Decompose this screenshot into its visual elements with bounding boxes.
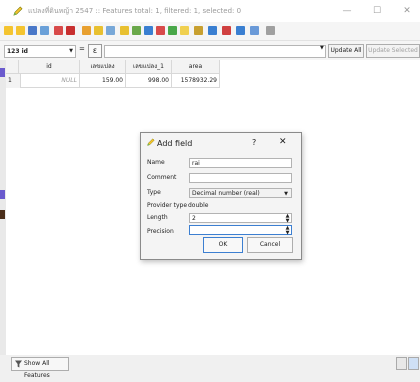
cancel-button[interactable]: Cancel	[247, 237, 293, 253]
footer-bar: Show All Features	[0, 355, 420, 379]
chevron-down-icon: ▼	[69, 48, 73, 54]
layer-marker	[0, 68, 5, 77]
filter-icon	[15, 360, 22, 368]
spinner-arrows-icon[interactable]: ▲ ▼	[285, 214, 290, 224]
column-header[interactable]: เลขแปลง_1	[126, 60, 172, 74]
delete-feature-icon[interactable]	[66, 26, 75, 35]
attribute-table-window: แปลงที่ดินหญ้า 2547 :: Features total: 1…	[0, 0, 420, 379]
show-all-label: Show All Features	[24, 360, 50, 379]
maximize-button[interactable]: ☐	[370, 5, 384, 17]
field-select[interactable]: 123 id ▼	[4, 45, 76, 58]
title-bar: แปลงที่ดินหญ้า 2547 :: Features total: 1…	[0, 0, 420, 22]
conditional-format-icon[interactable]	[250, 26, 259, 35]
expression-builder-button[interactable]: ε	[88, 44, 102, 58]
type-select[interactable]: Decimal number (real) ▼	[189, 188, 292, 198]
type-value: Decimal number (real)	[192, 190, 260, 197]
deselect-icon[interactable]	[156, 26, 165, 35]
layer-marker	[0, 190, 5, 199]
length-value: 2	[192, 215, 196, 222]
field-select-value: 123 id	[7, 48, 28, 55]
paste-icon[interactable]	[106, 26, 115, 35]
dialog-close-button[interactable]: ✕	[279, 137, 287, 147]
length-spinbox[interactable]: 2 ▲ ▼	[189, 213, 292, 224]
update-selected-button[interactable]: Update Selected	[366, 44, 420, 58]
pencil-icon	[13, 6, 23, 16]
spinner-arrows-icon[interactable]: ▲ ▼	[285, 226, 290, 236]
type-label: Type	[147, 189, 161, 196]
ok-button[interactable]: OK	[203, 237, 243, 253]
update-all-button[interactable]: Update All	[328, 44, 364, 58]
expression-dropdown-icon[interactable]: ▼	[320, 45, 324, 51]
field-expression-bar: 123 id ▼ = ε ▼ Update All Update Selecte…	[0, 41, 420, 60]
table-cell[interactable]: 159.00	[80, 74, 126, 88]
table-cell[interactable]: 998.00	[126, 74, 172, 88]
comment-input[interactable]	[189, 173, 292, 183]
copy-icon[interactable]	[94, 26, 103, 35]
select-expression-icon[interactable]	[120, 26, 129, 35]
toolbar	[0, 22, 420, 41]
select-all-icon[interactable]	[132, 26, 141, 35]
column-header[interactable]: id	[19, 60, 80, 74]
move-selection-icon[interactable]	[168, 26, 177, 35]
reload-icon[interactable]	[40, 26, 49, 35]
chevron-down-icon: ▼	[284, 191, 288, 197]
corner-header	[6, 60, 19, 74]
pencil-icon	[147, 138, 155, 146]
column-header[interactable]: area	[172, 60, 220, 74]
expression-input[interactable]	[104, 45, 326, 58]
show-all-features-button[interactable]: Show All Features	[11, 357, 69, 379]
delete-field-icon[interactable]	[222, 26, 231, 35]
multi-edit-icon[interactable]	[16, 26, 25, 35]
table-view-icon[interactable]	[408, 357, 419, 370]
dialog-title: Add field	[157, 139, 193, 148]
add-feature-icon[interactable]	[54, 26, 63, 35]
filter-icon[interactable]	[144, 26, 153, 35]
minimize-button[interactable]: —	[340, 5, 354, 17]
pan-to-selection-icon[interactable]	[180, 26, 189, 35]
table-cell[interactable]: 1578932.29	[172, 74, 220, 88]
column-header[interactable]: เลขแปลง	[80, 60, 126, 74]
form-view-icon[interactable]	[396, 357, 407, 370]
window-title: แปลงที่ดินหญ้า 2547 :: Features total: 1…	[28, 7, 242, 15]
precision-label: Precision	[147, 228, 174, 235]
table-cell[interactable]: NULL	[19, 74, 80, 88]
new-field-icon[interactable]	[208, 26, 217, 35]
precision-spinbox[interactable]: ▲ ▼	[189, 225, 292, 236]
add-field-dialog: Add field ? ✕ Name rai Comment Type Deci…	[140, 132, 302, 260]
provider-type-label: Provider type	[147, 202, 188, 209]
provider-type-value: double	[188, 202, 209, 209]
toggle-editing-icon[interactable]	[4, 26, 13, 35]
comment-label: Comment	[147, 174, 177, 181]
zoom-to-selection-icon[interactable]	[194, 26, 203, 35]
cut-icon[interactable]	[82, 26, 91, 35]
help-button[interactable]: ?	[252, 138, 256, 147]
length-label: Length	[147, 214, 168, 221]
row-number[interactable]: 1	[6, 74, 21, 88]
dock-icon[interactable]	[266, 26, 275, 35]
save-edits-icon[interactable]	[28, 26, 37, 35]
equals-label: =	[79, 45, 85, 53]
close-button[interactable]: ✕	[400, 5, 414, 17]
name-label: Name	[147, 159, 165, 166]
field-calculator-icon[interactable]	[236, 26, 245, 35]
name-input[interactable]: rai	[189, 158, 292, 168]
layer-marker	[0, 210, 5, 219]
